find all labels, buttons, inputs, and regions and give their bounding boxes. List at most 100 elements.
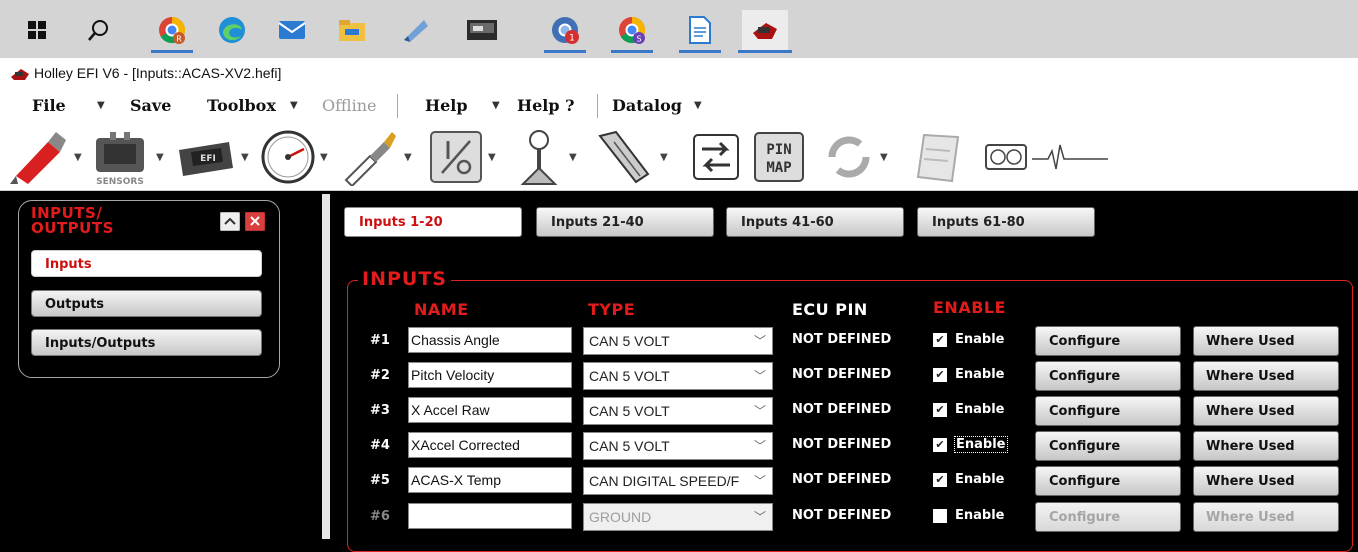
where-used-button[interactable]: Where Used: [1193, 466, 1339, 496]
search-icon[interactable]: [82, 10, 116, 50]
sidebar-item-inputs-outputs[interactable]: Inputs/Outputs: [31, 329, 262, 356]
configure-button[interactable]: Configure: [1035, 396, 1181, 426]
column-header-type: TYPE: [588, 300, 636, 319]
menu-help-question[interactable]: Help ?: [517, 96, 575, 115]
chevron-down-icon[interactable]: ▼: [694, 100, 702, 111]
percentage-tool[interactable]: ▼: [428, 128, 496, 186]
chevron-down-icon[interactable]: ﹀: [754, 433, 766, 459]
chevron-down-icon[interactable]: ▼: [660, 152, 668, 163]
document-icon[interactable]: [679, 10, 721, 53]
menu-offline: Offline: [322, 96, 377, 115]
checkmark-icon[interactable]: ✔: [933, 402, 947, 417]
where-used-button[interactable]: Where Used: [1193, 396, 1339, 426]
row-number: #2: [370, 368, 390, 383]
sidebar-item-outputs[interactable]: Outputs: [31, 290, 262, 317]
chevron-down-icon[interactable]: ﹀: [754, 398, 766, 424]
chevron-down-icon[interactable]: ▼: [569, 152, 577, 163]
where-used-button[interactable]: Where Used: [1193, 326, 1339, 356]
dashboard-icon: [985, 144, 1027, 170]
swap-tool[interactable]: [690, 128, 742, 186]
row-number: #4: [370, 438, 390, 453]
chevron-down-icon[interactable]: ▼: [488, 152, 496, 163]
file-explorer-icon[interactable]: [335, 10, 369, 50]
sidebar-item-inputs[interactable]: Inputs: [31, 250, 262, 277]
chevron-down-icon[interactable]: ▼: [880, 152, 888, 163]
holley-efi-app-icon[interactable]: [738, 10, 792, 53]
input-name-field[interactable]: Pitch Velocity: [408, 362, 572, 388]
checkbox-empty-icon[interactable]: [933, 508, 947, 523]
where-used-button[interactable]: Where Used: [1193, 431, 1339, 461]
enable-checkbox[interactable]: ✔ Enable: [933, 367, 1005, 382]
checkmark-icon[interactable]: ✔: [933, 367, 947, 382]
input-type-select[interactable]: CAN 5 VOLT ﹀: [583, 397, 773, 425]
close-panel-button[interactable]: [244, 211, 267, 232]
enable-checkbox[interactable]: ✔ Enable: [933, 402, 1005, 417]
transmission-tool[interactable]: ▼: [515, 128, 577, 186]
configure-button[interactable]: Configure: [1035, 466, 1181, 496]
datalog-tool[interactable]: [1030, 128, 1110, 186]
menu-file[interactable]: File: [32, 96, 66, 115]
input-name-field[interactable]: [408, 503, 572, 529]
enable-checkbox[interactable]: ✔ Enable: [933, 472, 1005, 487]
configure-button[interactable]: Configure: [1035, 431, 1181, 461]
notes-tool[interactable]: [912, 128, 968, 186]
where-used-button[interactable]: Where Used: [1193, 361, 1339, 391]
ecu-tool[interactable]: EFI ▼: [175, 128, 249, 186]
pane-divider[interactable]: [322, 194, 330, 539]
tab-inputs-41-60[interactable]: Inputs 41-60: [726, 207, 904, 237]
configure-button[interactable]: Configure: [1035, 361, 1181, 391]
input-name-field[interactable]: ACAS-X Temp: [408, 467, 572, 493]
dashboard-tool[interactable]: [984, 128, 1028, 186]
ecu-pin-value: NOT DEFINED: [792, 367, 892, 382]
chevron-down-icon[interactable]: ﹀: [754, 468, 766, 494]
chevron-down-icon[interactable]: ▼: [156, 152, 164, 163]
chevron-down-icon[interactable]: ﹀: [754, 363, 766, 389]
tab-inputs-21-40[interactable]: Inputs 21-40: [536, 207, 714, 237]
chrome-profile-r-icon[interactable]: R: [151, 10, 193, 53]
windows-start-icon[interactable]: [20, 10, 54, 50]
refresh-tool[interactable]: ▼: [822, 128, 888, 186]
pedal-tool[interactable]: ▼: [596, 128, 668, 186]
app-blue-icon[interactable]: [398, 10, 432, 50]
input-type-select[interactable]: CAN DIGITAL SPEED/F ﹀: [583, 467, 773, 495]
enable-checkbox[interactable]: ✔ Enable: [933, 436, 1008, 453]
chevron-down-icon[interactable]: ▼: [320, 152, 328, 163]
input-name-field[interactable]: X Accel Raw: [408, 397, 572, 423]
menu-datalog[interactable]: Datalog: [612, 96, 682, 115]
chevron-down-icon[interactable]: ▼: [97, 100, 105, 111]
checkmark-icon[interactable]: ✔: [933, 332, 947, 347]
chevron-down-icon[interactable]: ▼: [74, 152, 82, 163]
menu-save[interactable]: Save: [130, 96, 171, 115]
enable-checkbox[interactable]: ✔ Enable: [933, 332, 1005, 347]
checkmark-icon[interactable]: ✔: [933, 472, 947, 487]
fuel-injector-tool[interactable]: ▼: [8, 128, 82, 186]
configure-button[interactable]: Configure: [1035, 326, 1181, 356]
input-type-select[interactable]: CAN 5 VOLT ﹀: [583, 432, 773, 460]
chevron-down-icon[interactable]: ▼: [404, 152, 412, 163]
chevron-down-icon[interactable]: ▼: [492, 100, 500, 111]
menu-help[interactable]: Help: [425, 96, 468, 115]
sensors-tool[interactable]: SENSORS ▼: [90, 128, 164, 186]
enable-checkbox[interactable]: Enable: [933, 508, 1005, 523]
input-name-field[interactable]: Chassis Angle: [408, 327, 572, 353]
tab-inputs-1-20[interactable]: Inputs 1-20: [344, 207, 522, 237]
mail-icon[interactable]: [275, 10, 309, 50]
chevron-down-icon[interactable]: ▼: [290, 100, 298, 111]
pin-map-icon: PIN MAP: [754, 132, 804, 182]
collapse-button[interactable]: [219, 211, 242, 232]
chevron-down-icon[interactable]: ▼: [241, 152, 249, 163]
app-photo-icon[interactable]: [465, 10, 499, 50]
gauge-tool[interactable]: ▼: [260, 128, 328, 186]
spark-plug-tool[interactable]: ▼: [340, 128, 412, 186]
pin-map-tool[interactable]: PIN MAP: [752, 128, 806, 186]
checkmark-icon[interactable]: ✔: [933, 437, 947, 452]
chevron-down-icon[interactable]: ﹀: [754, 328, 766, 354]
menu-toolbox[interactable]: Toolbox: [207, 96, 276, 115]
input-type-select[interactable]: CAN 5 VOLT ﹀: [583, 327, 773, 355]
edge-icon[interactable]: [215, 10, 249, 50]
input-name-field[interactable]: XAccel Corrected: [408, 432, 572, 458]
input-type-select[interactable]: CAN 5 VOLT ﹀: [583, 362, 773, 390]
tab-inputs-61-80[interactable]: Inputs 61-80: [917, 207, 1095, 237]
chrome-profile-s-icon[interactable]: S: [611, 10, 653, 53]
chrome-profile-notify-icon[interactable]: 1: [544, 10, 586, 53]
